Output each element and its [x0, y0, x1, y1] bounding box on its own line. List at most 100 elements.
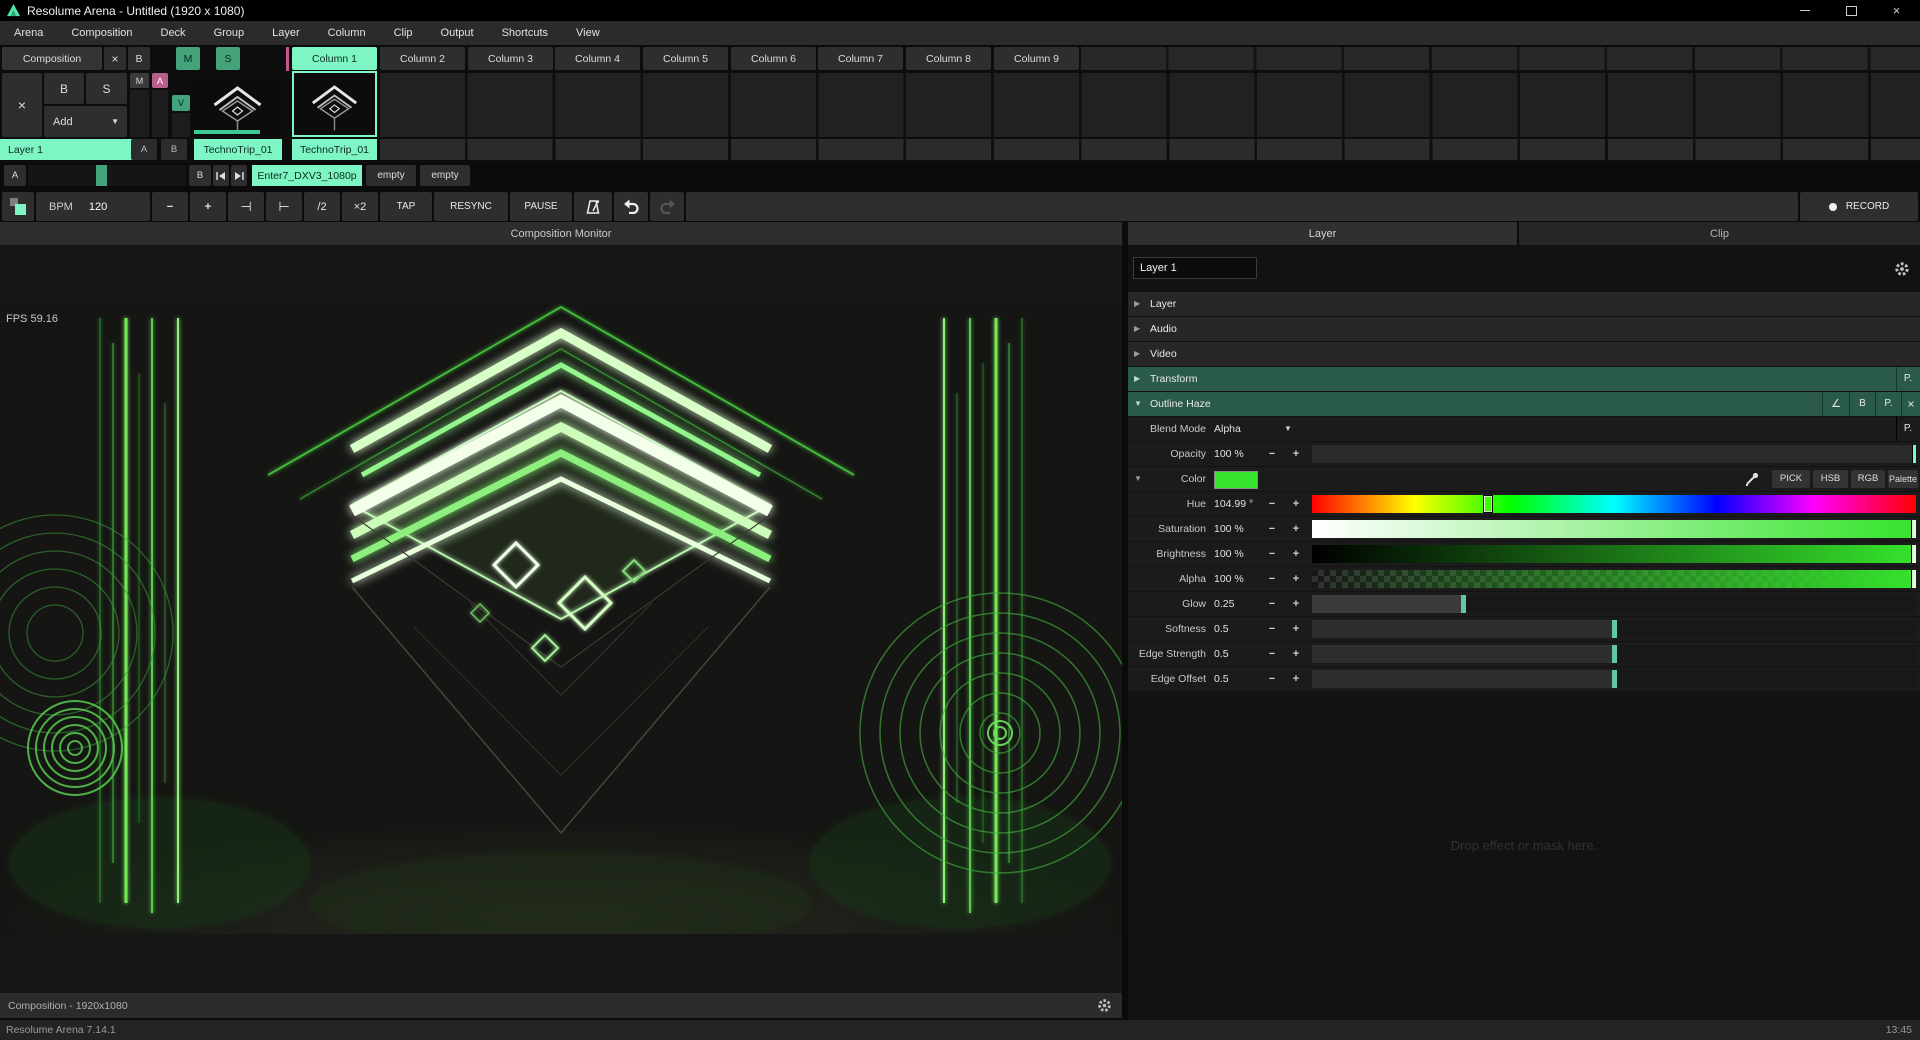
layer-clip-thumbnail[interactable] [194, 75, 281, 137]
color-pick-button[interactable]: PICK [1772, 470, 1810, 488]
redo-icon[interactable] [650, 192, 684, 221]
param-value[interactable]: 0.5 [1214, 642, 1260, 666]
increment-button[interactable]: + [1286, 592, 1306, 616]
slider-handle[interactable] [1612, 670, 1617, 688]
saturation-slider[interactable] [1312, 520, 1916, 538]
param-value[interactable]: 100 % [1214, 442, 1260, 466]
slider-handle[interactable] [1483, 495, 1493, 513]
param-value[interactable]: 100 % [1214, 542, 1260, 566]
param-value[interactable]: 0.25 [1214, 592, 1260, 616]
decrement-button[interactable]: − [1262, 642, 1282, 666]
column-8-button[interactable]: Column 8 [906, 47, 991, 70]
increment-button[interactable]: + [1286, 517, 1306, 541]
edge-offset-slider[interactable] [1312, 670, 1916, 688]
increment-button[interactable]: + [1286, 617, 1306, 641]
record-button[interactable]: RECORD [1800, 192, 1918, 221]
increment-button[interactable]: + [1286, 567, 1306, 591]
decrement-button[interactable]: − [1262, 617, 1282, 641]
increment-button[interactable]: + [1286, 667, 1306, 691]
effect-preset-button[interactable]: P. [1875, 392, 1901, 416]
increment-button[interactable]: + [1286, 642, 1306, 666]
crossfader-a-button[interactable]: A [4, 165, 26, 186]
transform-preset-button[interactable]: P. [1896, 367, 1919, 391]
tab-layer[interactable]: Layer [1128, 222, 1517, 245]
composition-close-button[interactable]: × [104, 47, 126, 70]
layer-solo-button[interactable]: S [86, 73, 127, 104]
section-layer[interactable]: ▶ Layer [1128, 292, 1920, 316]
column-7-button[interactable]: Column 7 [818, 47, 903, 70]
menu-item[interactable]: Column [314, 21, 380, 45]
menu-item[interactable]: View [562, 21, 614, 45]
composition-bypass-button[interactable]: B [128, 47, 150, 70]
slider-handle[interactable] [1612, 645, 1617, 663]
column-3-button[interactable]: Column 3 [468, 47, 553, 70]
tab-clip[interactable]: Clip [1519, 222, 1920, 245]
increment-button[interactable]: + [1286, 542, 1306, 566]
layer-fader-v[interactable] [172, 113, 190, 137]
deck-clip-button[interactable]: Enter7_DXV3_1080p [252, 165, 362, 186]
close-button[interactable]: × [1873, 0, 1920, 21]
bpm-double-button[interactable]: ×2 [342, 192, 378, 221]
deck-empty-button[interactable]: empty [366, 165, 416, 186]
opacity-slider[interactable] [1312, 445, 1916, 463]
layer-mute-button[interactable]: M [130, 73, 149, 88]
section-video[interactable]: ▶ Video [1128, 342, 1920, 366]
color-rgb-button[interactable]: RGB [1851, 470, 1885, 488]
minimize-button[interactable] [1783, 0, 1827, 21]
section-transform[interactable]: ▶ Transform P. [1128, 367, 1920, 391]
solo-button[interactable]: S [216, 47, 240, 70]
eyedropper-icon[interactable] [1744, 471, 1760, 487]
increment-button[interactable]: + [1286, 492, 1306, 516]
menu-item[interactable]: Output [427, 21, 488, 45]
decrement-button[interactable]: − [1262, 517, 1282, 541]
deck-empty-button[interactable]: empty [420, 165, 470, 186]
slider-handle[interactable] [1911, 545, 1916, 563]
layer-add-dropdown[interactable]: Add ▼ [44, 106, 127, 137]
chevron-down-icon[interactable]: ▼ [1284, 417, 1292, 441]
color-hsb-button[interactable]: HSB [1813, 470, 1848, 488]
color-swatch[interactable] [1214, 471, 1258, 489]
section-audio[interactable]: ▶ Audio [1128, 317, 1920, 341]
monitor-settings-gear-icon[interactable] [1096, 997, 1113, 1014]
bpm-increase-button[interactable]: + [190, 192, 226, 221]
effect-edit-button[interactable]: ∠ [1822, 392, 1849, 416]
menu-item[interactable]: Arena [0, 21, 57, 45]
resync-button[interactable]: RESYNC [434, 192, 508, 221]
layer-name-input[interactable] [1133, 257, 1257, 279]
softness-slider[interactable] [1312, 620, 1916, 638]
bpm-display[interactable]: BPM 120 [36, 192, 150, 221]
layer-clip-name[interactable]: TechnoTrip_01 [194, 139, 282, 160]
blend-preset-button[interactable]: P. [1896, 417, 1919, 441]
composition-view-icon[interactable] [2, 192, 34, 221]
decrement-button[interactable]: − [1262, 442, 1282, 466]
decrement-button[interactable]: − [1262, 667, 1282, 691]
param-value[interactable]: 0.5 [1214, 617, 1260, 641]
layer-crossfade-a-button[interactable]: A [131, 139, 157, 160]
composition-button[interactable]: Composition [2, 47, 102, 70]
decrement-button[interactable]: − [1262, 542, 1282, 566]
layer-video-button[interactable]: V [172, 95, 190, 111]
effect-bypass-button[interactable]: B [1849, 392, 1875, 416]
layer-bypass-button[interactable]: B [44, 73, 84, 104]
brightness-slider[interactable] [1312, 545, 1916, 563]
glow-slider[interactable] [1312, 595, 1916, 613]
bpm-value[interactable]: 120 [73, 201, 107, 213]
menu-item[interactable]: Composition [57, 21, 146, 45]
bpm-half-button[interactable]: /2 [304, 192, 340, 221]
bpm-decrease-button[interactable]: − [152, 192, 188, 221]
increment-button[interactable]: + [1286, 442, 1306, 466]
tap-button[interactable]: TAP [380, 192, 432, 221]
slider-handle[interactable] [1911, 570, 1916, 588]
hue-slider[interactable] [1312, 495, 1916, 513]
nudge-up-button[interactable]: ⊢ [266, 192, 302, 221]
decrement-button[interactable]: − [1262, 567, 1282, 591]
menu-item[interactable]: Layer [258, 21, 314, 45]
param-value[interactable]: 0.5 [1214, 667, 1260, 691]
edge-strength-slider[interactable] [1312, 645, 1916, 663]
slider-handle[interactable] [1461, 595, 1466, 613]
decrement-button[interactable]: − [1262, 592, 1282, 616]
column-1-button[interactable]: Column 1 [292, 47, 377, 70]
layer-fader-a[interactable] [152, 90, 168, 137]
blend-mode-dropdown[interactable]: Alpha [1214, 417, 1278, 441]
active-clip-name[interactable]: TechnoTrip_01 [292, 139, 377, 160]
